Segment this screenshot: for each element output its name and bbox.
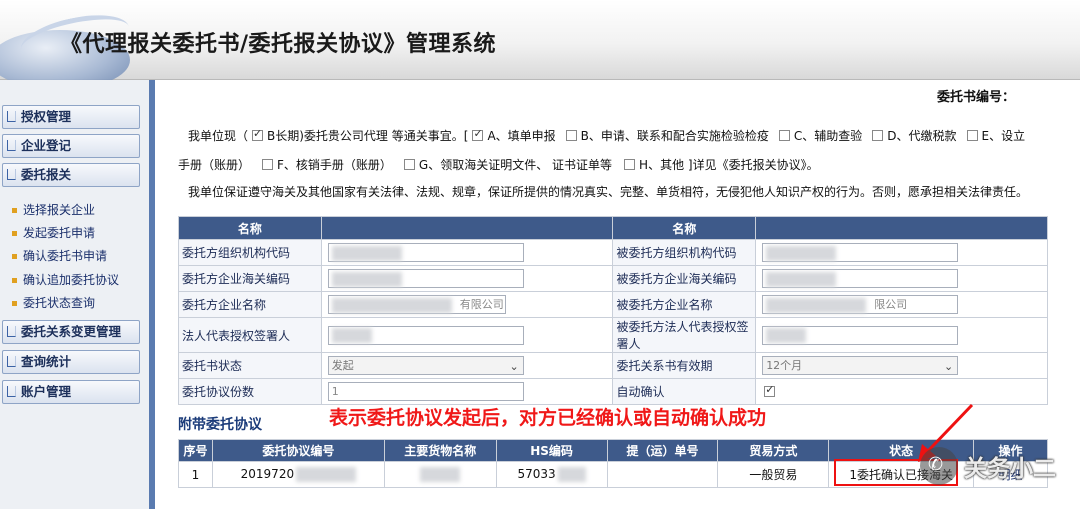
menu-label: 查询统计 [21,354,72,369]
header-cell [755,216,1048,240]
field-label: 委托方组织机构代码 [178,239,322,266]
menu-account-management[interactable]: 账户管理 [2,380,140,404]
bill-number-cell [606,461,719,488]
checkbox-option-h[interactable] [624,159,636,170]
field-label: 被委托方企业海关编码 [612,265,757,292]
client-signatory-input[interactable] [327,325,524,345]
menu-relation-change[interactable]: 委托关系变更管理 [2,320,140,344]
menu-label: 委托报关 [21,167,72,182]
agent-customs-code-input[interactable] [762,269,959,288]
wechat-icon: ✆ [920,447,958,485]
menu-label: 委托关系变更管理 [21,324,122,339]
agent-company-name-input[interactable]: 限公司 [762,295,959,314]
auto-confirm-checkbox[interactable] [764,383,776,397]
client-customs-code-input[interactable] [327,269,524,288]
field-label: 委托书状态 [178,352,322,379]
field-label: 被委托方组织机构代码 [612,239,757,266]
goods-name-cell [383,461,497,488]
agreement-number-cell: 2019720 [211,461,385,488]
app-window: 《代理报关委托书/委托报关协议》管理系统 授权管理 企业登记 委托报关 选择报关… [0,0,1080,509]
column-header: 序号 [178,439,213,462]
guarantee-statement: 我单位保证遵守海关及其他国家有关法律、法规、规章，保证所提供的情况真实、完整、单… [188,185,1029,199]
field-label: 被委托方法人代表授权签署人 [612,317,757,353]
delegation-clause-line1: 我单位现（B长期)委托贵公司代理 等通关事宜。[A、填单申报B、申请、联系和配合… [188,127,1025,144]
app-header: 《代理报关委托书/委托报关协议》管理系统 [0,0,1080,90]
row-number: 1 [178,461,213,488]
bullet-icon [12,254,17,259]
menu-label: 企业登记 [21,138,72,153]
checkbox-option-c[interactable] [778,130,790,141]
checkbox-option-a[interactable] [472,127,484,141]
folder-icon [7,386,16,397]
agreement-copies-input[interactable]: 1 [327,382,524,401]
main-content: 委托书编号： 我单位现（B长期)委托贵公司代理 等通关事宜。[A、填单申报B、申… [161,80,1080,509]
attached-agreement-title: 附带委托协议 [178,417,262,433]
checkbox-option-f[interactable] [262,159,274,170]
folder-icon [7,169,16,180]
annotation-notice: 表示委托协议发起后，对方已经确认或自动确认成功 [329,407,767,429]
bullet-icon [12,278,17,283]
field-label: 委托方企业海关编码 [178,265,322,292]
menu-enterprise-registration[interactable]: 企业登记 [2,134,140,158]
menu-label: 账户管理 [21,384,72,399]
client-company-name-input[interactable]: 有限公司 [327,295,506,314]
document-number-label: 委托书编号： [937,90,1016,105]
hs-code-cell: 57033 [495,461,608,488]
header-cell [320,216,614,240]
column-header: 委托协议编号 [211,439,385,462]
client-org-code-input[interactable] [327,243,524,262]
delegation-clause-line2: 手册（账册） F、核销手册（账册） G、领取海关证明文件、 证书证单等 H、其他 ]详… [178,158,819,172]
menu-query-statistics[interactable]: 查询统计 [2,350,140,374]
field-label: 委托协议份数 [178,378,322,405]
menu-entrusted-declaration[interactable]: 委托报关 [2,163,140,187]
watermark: ✆ 关务小二 [920,447,1080,487]
sub-item-select-broker[interactable]: 选择报关企业 [12,201,95,218]
field-label: 委托关系书有效期 [612,352,757,379]
delegation-info-table: 名称 名称 委托方组织机构代码 被委托方组织机构代码 委托方企业海关编码 被委托… [178,216,1048,405]
bullet-icon [12,231,17,236]
bullet-icon [12,208,17,213]
agent-signatory-input[interactable] [762,325,959,345]
sidebar: 授权管理 企业登记 委托报关 选择报关企业 发起委托申请 确认委托书申请 确认追… [0,80,155,509]
sub-item-status-query[interactable]: 委托状态查询 [12,294,95,311]
sub-item-confirm-additional[interactable]: 确认追加委托协议 [12,271,119,288]
folder-icon [7,140,16,151]
agent-org-code-input[interactable] [762,243,959,262]
header-cell: 名称 [612,216,757,240]
watermark-text: 关务小二 [964,456,1056,482]
checkbox-option-d[interactable] [872,130,884,141]
field-label: 被委托方企业名称 [612,291,757,318]
field-label: 自动确认 [612,378,757,405]
chevron-down-icon: ⌄ [943,360,954,373]
menu-label: 授权管理 [21,109,72,124]
sub-item-initiate-request[interactable]: 发起委托申请 [12,224,95,241]
folder-icon [7,356,16,367]
delegation-status-select[interactable]: 发起 ⌄ [327,356,524,375]
header-cell: 名称 [178,216,322,240]
field-label: 法人代表授权签署人 [178,317,322,353]
folder-icon [7,326,16,337]
checkbox-option-g[interactable] [403,159,415,170]
sub-item-confirm-request[interactable]: 确认委托书申请 [12,247,107,264]
column-header: 提（运）单号 [606,439,719,462]
column-header: HS编码 [495,439,608,462]
app-title: 《代理报关委托书/委托报关协议》管理系统 [60,32,497,57]
checkbox-option-e[interactable] [966,130,978,141]
validity-period-select[interactable]: 12个月 ⌄ [762,356,959,375]
checkbox-option-b[interactable] [565,130,577,141]
checkbox-long-term[interactable] [252,127,264,141]
chevron-down-icon: ⌄ [509,360,519,373]
column-header: 主要货物名称 [383,439,497,462]
bullet-icon [12,301,17,306]
menu-auth-management[interactable]: 授权管理 [2,105,140,129]
field-label: 委托方企业名称 [178,291,322,318]
trade-mode-cell: 一般贸易 [717,461,830,488]
column-header: 贸易方式 [717,439,830,462]
folder-icon [7,111,16,122]
